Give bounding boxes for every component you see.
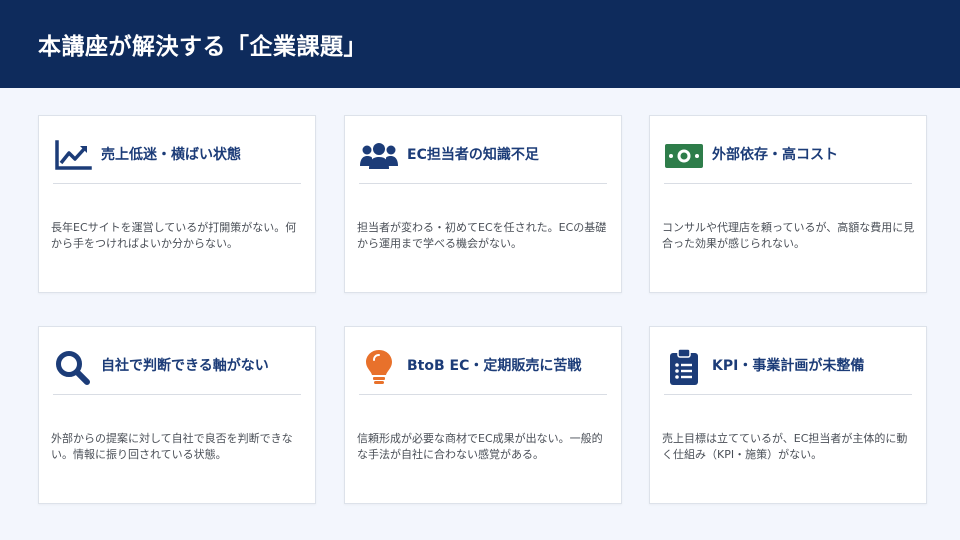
- issue-card-knowledge-gap: EC担当者の知識不足 担当者が変わる・初めてECを任された。ECの基礎から運用ま…: [344, 115, 622, 293]
- clipboard-list-icon: [664, 348, 704, 385]
- issue-card-btob-ec: BtoB EC・定期販売に苦戦 信頼形成が必要な商材でEC成果が出ない。一般的な…: [344, 326, 622, 504]
- chart-line-icon: [53, 138, 93, 174]
- card-description: 長年ECサイトを運営しているが打開策がない。何から手をつければよいか分からない。: [51, 221, 297, 250]
- issue-card-sales-stagnation: 売上低迷・横ばい状態 長年ECサイトを運営しているが打開策がない。何から手をつけ…: [38, 115, 316, 293]
- card-description: 売上目標は立てているが、EC担当者が主体的に動く仕組み（KPI・施策）がない。: [662, 432, 908, 461]
- issue-card-kpi-plan: KPI・事業計画が未整備 売上目標は立てているが、EC担当者が主体的に動く仕組み…: [649, 326, 927, 504]
- card-title: EC担当者の知識不足: [407, 147, 539, 163]
- divider: [359, 183, 607, 184]
- card-description: コンサルや代理店を頼っているが、高額な費用に見合った効果が感じられない。: [662, 221, 915, 250]
- lightbulb-icon: [359, 349, 399, 385]
- divider: [359, 394, 607, 395]
- card-title: 自社で判断できる軸がない: [101, 358, 269, 374]
- money-bill-icon: [664, 138, 704, 174]
- card-title: 売上低迷・横ばい状態: [101, 147, 241, 163]
- divider: [664, 394, 912, 395]
- users-icon: [359, 138, 399, 174]
- page-title: 本講座が解決する「企業課題」: [38, 34, 367, 60]
- divider: [53, 394, 301, 395]
- card-title: 外部依存・高コスト: [712, 147, 838, 163]
- card-title: KPI・事業計画が未整備: [712, 358, 865, 374]
- header-bar: 本講座が解決する「企業課題」: [0, 0, 960, 88]
- search-icon: [53, 349, 93, 385]
- card-description: 信頼形成が必要な商材でEC成果が出ない。一般的な手法が自社に合わない感覚がある。: [357, 432, 603, 461]
- issue-card-external-dependency: 外部依存・高コスト コンサルや代理店を頼っているが、高額な費用に見合った効果が感…: [649, 115, 927, 293]
- card-description: 担当者が変わる・初めてECを任された。ECの基礎から運用まで学べる機会がない。: [357, 221, 607, 250]
- issue-card-no-judgment-axis: 自社で判断できる軸がない 外部からの提案に対して自社で良否を判断できない。情報に…: [38, 326, 316, 504]
- divider: [664, 183, 912, 184]
- divider: [53, 183, 301, 184]
- card-title: BtoB EC・定期販売に苦戦: [407, 358, 582, 374]
- card-description: 外部からの提案に対して自社で良否を判断できない。情報に振り回されている状態。: [51, 432, 293, 461]
